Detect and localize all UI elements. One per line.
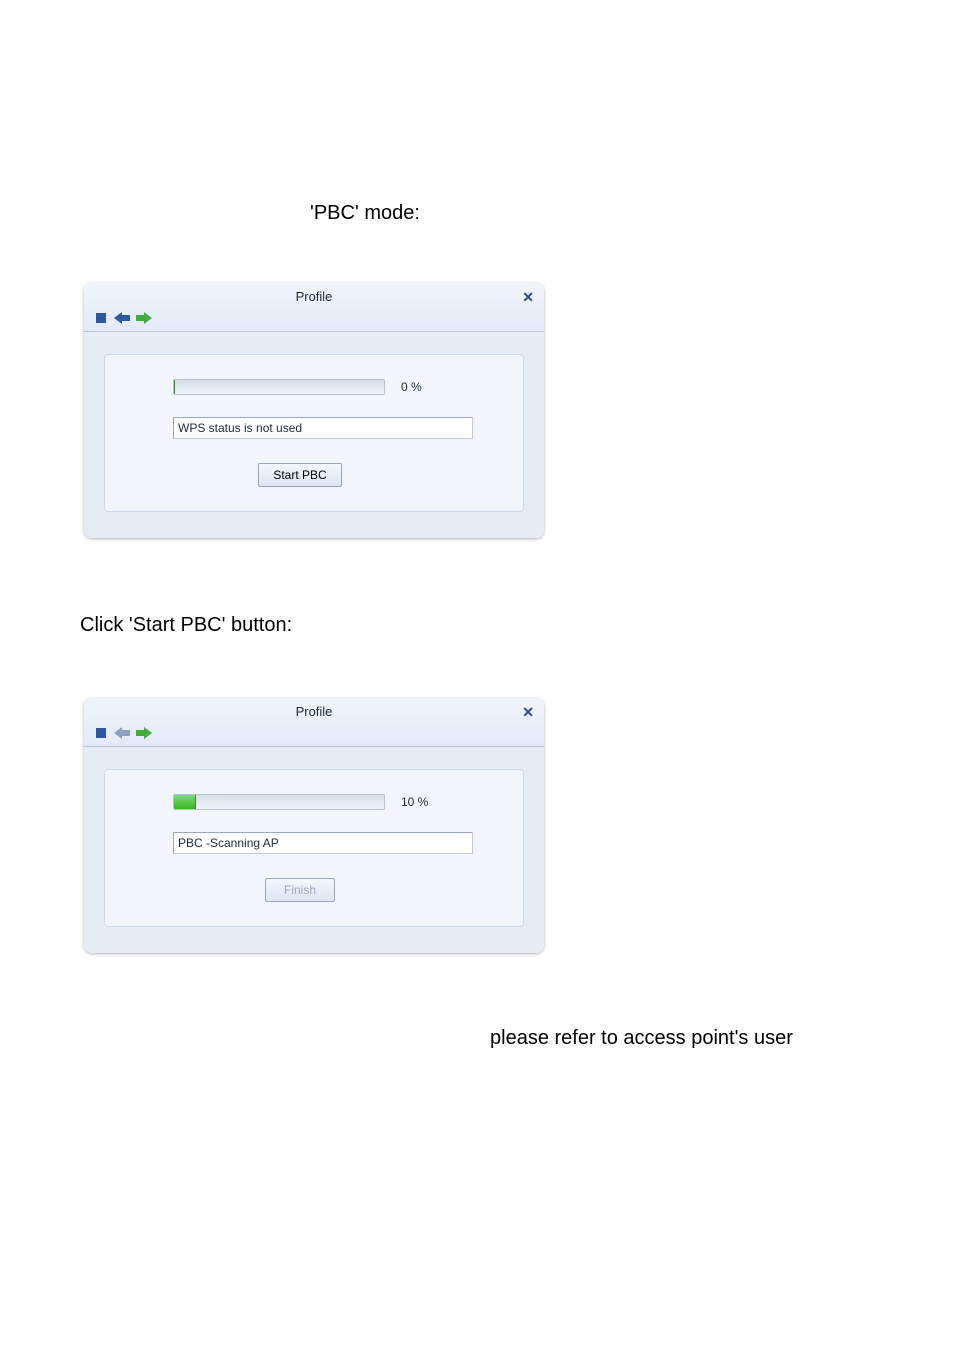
stop-icon[interactable] (94, 311, 108, 325)
text-mode-label: 'PBC' mode: (80, 198, 874, 228)
progress-bar (173, 794, 385, 810)
close-icon[interactable]: ✕ (522, 704, 534, 721)
content-panel: 0 % WPS status is not used Start PBC (104, 354, 524, 512)
start-pbc-button[interactable]: Start PBC (258, 463, 341, 487)
wps-status-field: PBC -Scanning AP (173, 832, 473, 854)
back-arrow-icon[interactable] (114, 726, 130, 740)
titlebar: Profile ✕ (84, 698, 544, 747)
profile-window-2: Profile ✕ (84, 698, 544, 953)
toolbar-icons (94, 311, 152, 325)
titlebar: Profile ✕ (84, 283, 544, 332)
back-arrow-icon[interactable] (114, 311, 130, 325)
profile-window-1: Profile ✕ (84, 283, 544, 538)
forward-arrow-icon[interactable] (136, 311, 152, 325)
content-panel: 10 % PBC -Scanning AP Finish (104, 769, 524, 927)
progress-fill (174, 380, 175, 394)
text-instruction-refer: please refer to access point's user (80, 1023, 874, 1053)
close-icon[interactable]: ✕ (522, 289, 534, 306)
window-title: Profile (84, 704, 544, 719)
forward-arrow-icon[interactable] (136, 726, 152, 740)
window-title: Profile (84, 289, 544, 304)
toolbar-icons (94, 726, 152, 740)
finish-button: Finish (265, 878, 335, 902)
text-instruction-click: Click 'Start PBC' button: (80, 610, 874, 640)
progress-bar (173, 379, 385, 395)
progress-fill (174, 795, 196, 809)
wps-status-field: WPS status is not used (173, 417, 473, 439)
progress-percent-label: 0 % (401, 380, 422, 394)
progress-percent-label: 10 % (401, 795, 428, 809)
stop-icon[interactable] (94, 726, 108, 740)
